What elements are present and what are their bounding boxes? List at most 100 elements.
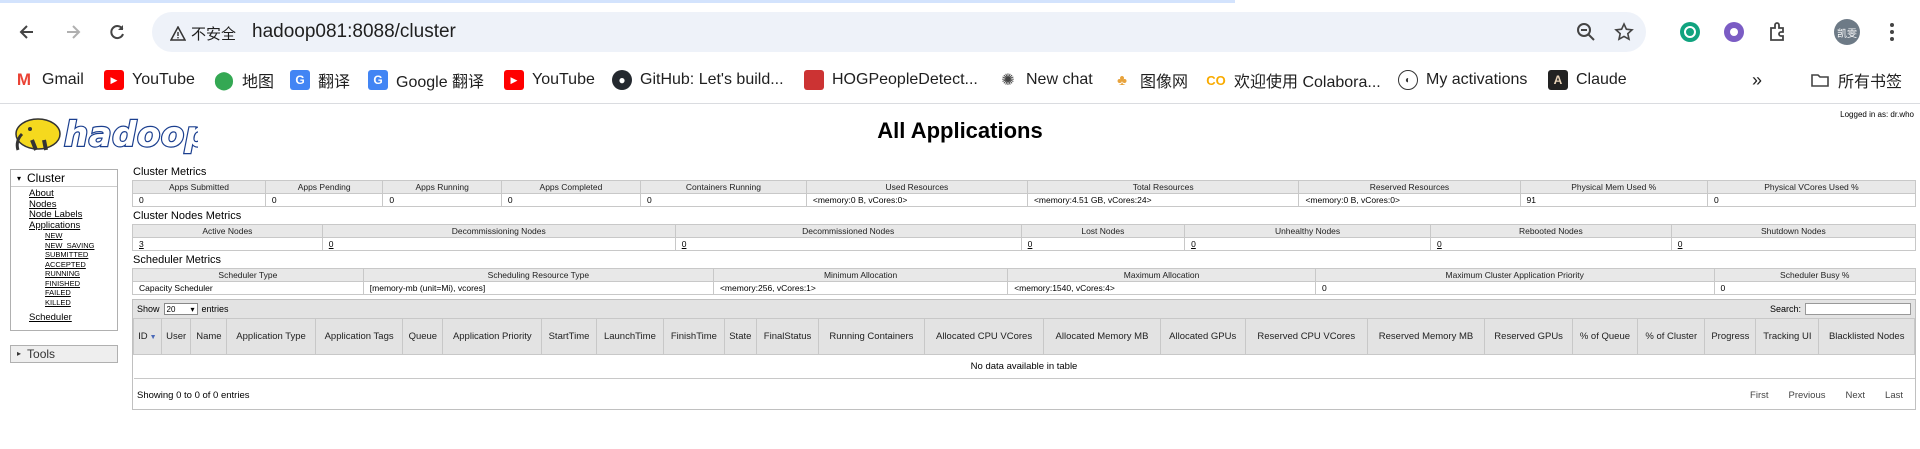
back-button[interactable] [9,14,45,50]
column-header[interactable]: Tracking UI [1755,318,1820,355]
metric-value: [memory-mb (unit=Mi), vcores] [362,281,714,295]
applications-controls: Show 20 ▾ entries Search: [133,300,1915,318]
column-header[interactable]: Queue [402,318,444,355]
entries-select[interactable]: 20 ▾ [163,303,198,315]
menu-icon[interactable] [1890,23,1894,41]
bookmark-google-translate[interactable]: G Google 翻译 [368,68,484,92]
lost-nodes-link[interactable]: 0 [1028,239,1033,249]
chatgpt-extension-icon[interactable] [1678,20,1702,44]
nav-link-state-running[interactable]: RUNNING [45,269,117,279]
column-header[interactable]: LaunchTime [595,318,665,355]
nav-link-node-labels[interactable]: Node Labels [29,209,117,221]
security-indicator[interactable]: 不安全 [170,23,236,44]
nav-link-about[interactable]: About [29,188,117,200]
unhealthy-nodes-link[interactable]: 0 [1191,239,1196,249]
profile-avatar[interactable]: 凯雯 [1834,19,1860,45]
star-icon[interactable] [1614,22,1634,42]
bookmark-activations[interactable]: ◐ My activations [1398,68,1527,92]
metric-header: Apps Completed [500,180,642,194]
column-header[interactable]: Blacklisted Nodes [1818,318,1915,355]
metric-header: Unhealthy Nodes [1184,224,1432,238]
nav-link-state-failed[interactable]: FAILED [45,288,117,298]
bookmark-github[interactable]: ● GitHub: Let's build... [612,68,784,92]
pager-next[interactable]: Next [1845,390,1865,401]
column-header[interactable]: User [160,318,192,355]
applications-footer: Showing 0 to 0 of 0 entries First Previo… [133,379,1915,409]
column-header[interactable]: State [723,318,757,355]
bookmark-translate[interactable]: G 翻译 [290,68,350,92]
nav-link-state-new[interactable]: NEW [45,231,117,241]
warning-icon [170,25,186,41]
nav-link-state-new-saving[interactable]: NEW_SAVING [45,241,117,251]
arrow-right-icon [67,25,81,39]
metric-header: Rebooted Nodes [1430,224,1672,238]
bookmark-colab[interactable]: CO 欢迎使用 Colabora... [1206,68,1381,92]
bookmark-youtube-2[interactable]: ▶ YouTube [504,68,595,92]
rebooted-nodes-link[interactable]: 0 [1437,239,1442,249]
metric-value: 91 [1519,193,1708,207]
zoom-icon[interactable] [1576,22,1596,42]
reload-icon [110,25,124,40]
youtube-icon: ▶ [104,70,124,90]
forward-button[interactable] [55,14,91,50]
column-header[interactable]: Running Containers [818,318,925,355]
reload-button[interactable] [99,14,135,50]
extension-icon[interactable] [1722,20,1746,44]
column-header[interactable]: % of Queue [1571,318,1639,355]
column-header-id[interactable]: ID ▼ [133,318,162,355]
column-header[interactable]: Reserved CPU VCores [1244,318,1368,355]
column-header[interactable]: StartTime [541,318,597,355]
nav-link-applications[interactable]: Applications [29,220,117,232]
nav-link-state-accepted[interactable]: ACCEPTED [45,260,117,270]
column-header[interactable]: Name [190,318,228,355]
metric-value: 0 [382,193,502,207]
pager-first[interactable]: First [1750,390,1768,401]
all-bookmarks-button[interactable]: 所有书签 [1810,68,1902,92]
column-header[interactable]: Application Priority [442,318,543,355]
security-label: 不安全 [191,26,237,43]
bookmark-imagenet[interactable]: ♣ 图像网 [1112,68,1188,92]
tab-strip [0,0,1920,3]
metric-header: Reserved Resources [1298,180,1521,194]
address-bar[interactable]: 不安全 hadoop081:8088/cluster [152,12,1646,52]
metric-header: Apps Pending [264,180,384,194]
bookmark-gmail[interactable]: M Gmail [14,68,84,92]
nav-link-state-submitted[interactable]: SUBMITTED [45,250,117,260]
bookmark-maps[interactable]: ⬤ 地图 [214,68,274,92]
cluster-nav-section: ▾ Cluster About Nodes Node Labels Applic… [10,169,118,331]
column-header[interactable]: FinalStatus [755,318,820,355]
nav-link-scheduler[interactable]: Scheduler [29,312,117,324]
decommissioned-nodes-link[interactable]: 0 [682,239,687,249]
more-bookmarks-button[interactable]: » [1752,68,1762,92]
bookmark-new-chat[interactable]: ✺ New chat [998,68,1093,92]
tools-nav-header[interactable]: ▸ Tools [10,344,118,363]
column-header[interactable]: Progress [1704,318,1757,355]
column-header[interactable]: Allocated GPUs [1159,318,1246,355]
metric-header: Active Nodes [132,224,323,238]
column-header[interactable]: Application Type [226,318,316,355]
column-header[interactable]: Reserved Memory MB [1366,318,1486,355]
column-header[interactable]: FinishTime [663,318,725,355]
active-nodes-link[interactable]: 3 [139,239,144,249]
url-text[interactable]: hadoop081:8088/cluster [252,21,456,43]
column-header[interactable]: Allocated Memory MB [1043,318,1161,355]
nav-link-state-killed[interactable]: KILLED [45,298,117,308]
cluster-nav-header[interactable]: ▾ Cluster [11,170,117,187]
applications-table: ID ▼ User Name Application Type Applicati… [133,318,1915,379]
column-header[interactable]: Reserved GPUs [1484,318,1573,355]
metric-value: 0 [1314,281,1715,295]
puzzle-icon[interactable] [1766,20,1790,44]
metric-header: Lost Nodes [1020,224,1186,238]
shutdown-nodes-link[interactable]: 0 [1678,239,1683,249]
column-header[interactable]: Allocated CPU VCores [923,318,1045,355]
bookmark-hog[interactable]: HOGPeopleDetect... [804,68,978,92]
nav-link-state-finished[interactable]: FINISHED [45,279,117,289]
decommissioning-nodes-link[interactable]: 0 [329,239,334,249]
pager-previous[interactable]: Previous [1789,390,1826,401]
bookmark-youtube[interactable]: ▶ YouTube [104,68,195,92]
search-input[interactable] [1805,303,1911,315]
pager-last[interactable]: Last [1885,390,1903,401]
column-header[interactable]: % of Cluster [1637,318,1706,355]
column-header[interactable]: Application Tags [314,318,404,355]
bookmark-claude[interactable]: A Claude [1548,68,1627,92]
